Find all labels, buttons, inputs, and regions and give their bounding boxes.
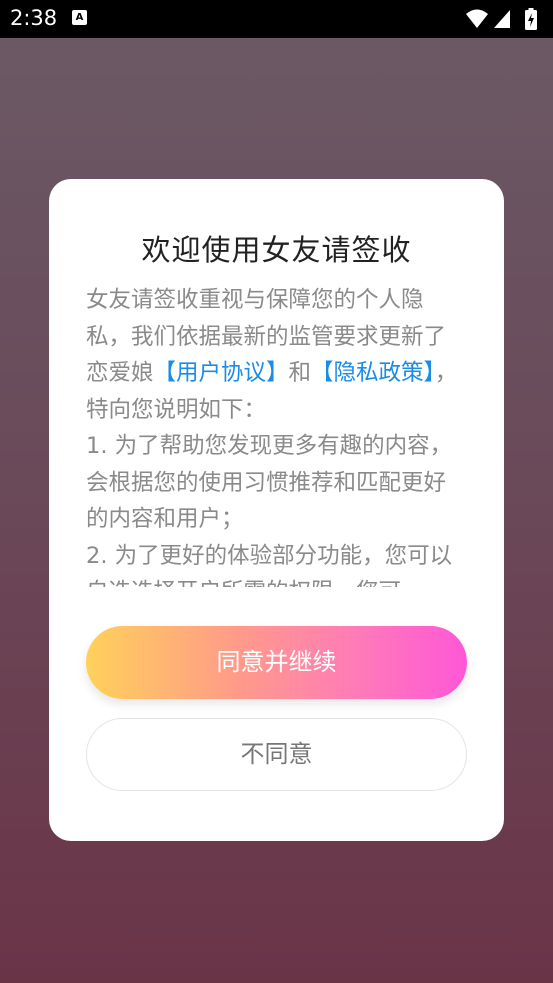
dialog-body[interactable]: 女友请签收重视与保障您的个人隐私，我们依据最新的监管要求更新了恋爱娘【用户协议】… bbox=[86, 282, 467, 587]
privacy-dialog: 欢迎使用女友请签收 女友请签收重视与保障您的个人隐私，我们依据最新的监管要求更新… bbox=[49, 179, 504, 841]
privacy-policy-link[interactable]: 【隐私政策】 bbox=[311, 360, 435, 386]
disagree-button[interactable]: 不同意 bbox=[86, 718, 467, 791]
status-time: 2:38 bbox=[10, 6, 58, 30]
wifi-icon bbox=[466, 9, 488, 28]
status-bar: 2:38 A bbox=[0, 0, 553, 38]
intro-and-text: 和 bbox=[288, 360, 312, 386]
notification-a-icon: A bbox=[72, 10, 87, 25]
agree-continue-button[interactable]: 同意并继续 bbox=[86, 626, 467, 699]
dialog-title: 欢迎使用女友请签收 bbox=[141, 233, 412, 267]
list-item: 2. 为了更好的体验部分功能，您可以自选选择开启所需的权限，您可 bbox=[86, 542, 453, 588]
user-agreement-link[interactable]: 【用户协议】 bbox=[154, 360, 289, 386]
list-item: 1. 为了帮助您发现更多有趣的内容，会根据您的使用习惯推荐和匹配更好的内容和用户… bbox=[86, 433, 453, 532]
battery-charging-icon bbox=[525, 8, 537, 30]
signal-icon bbox=[494, 10, 510, 28]
